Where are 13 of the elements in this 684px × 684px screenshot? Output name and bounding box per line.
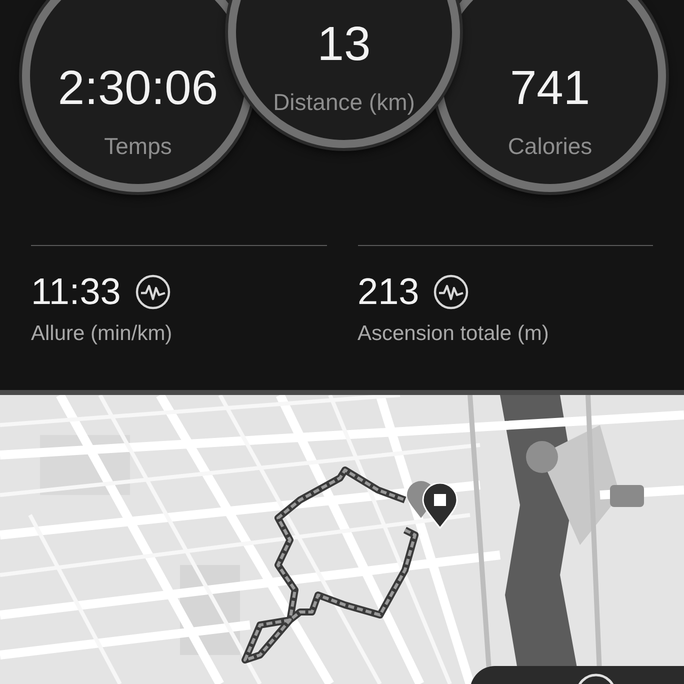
stat-value: 741 — [510, 61, 590, 117]
stat-label: Temps — [104, 132, 172, 161]
metric-label: Ascension totale (m) — [358, 321, 550, 347]
stat-value: 2:30:06 — [58, 61, 218, 117]
heart-rate-icon — [134, 274, 171, 310]
metric-value: 11:33 — [31, 270, 121, 314]
metric-label: Allure (min/km) — [31, 321, 174, 347]
stat-label: Calories — [508, 132, 592, 161]
metric-value: 213 — [358, 270, 420, 314]
finish-pin-icon — [422, 483, 458, 529]
stat-value: 13 — [317, 17, 371, 73]
heart-rate-icon — [433, 274, 470, 310]
stat-label: Distance (km) — [273, 88, 415, 117]
